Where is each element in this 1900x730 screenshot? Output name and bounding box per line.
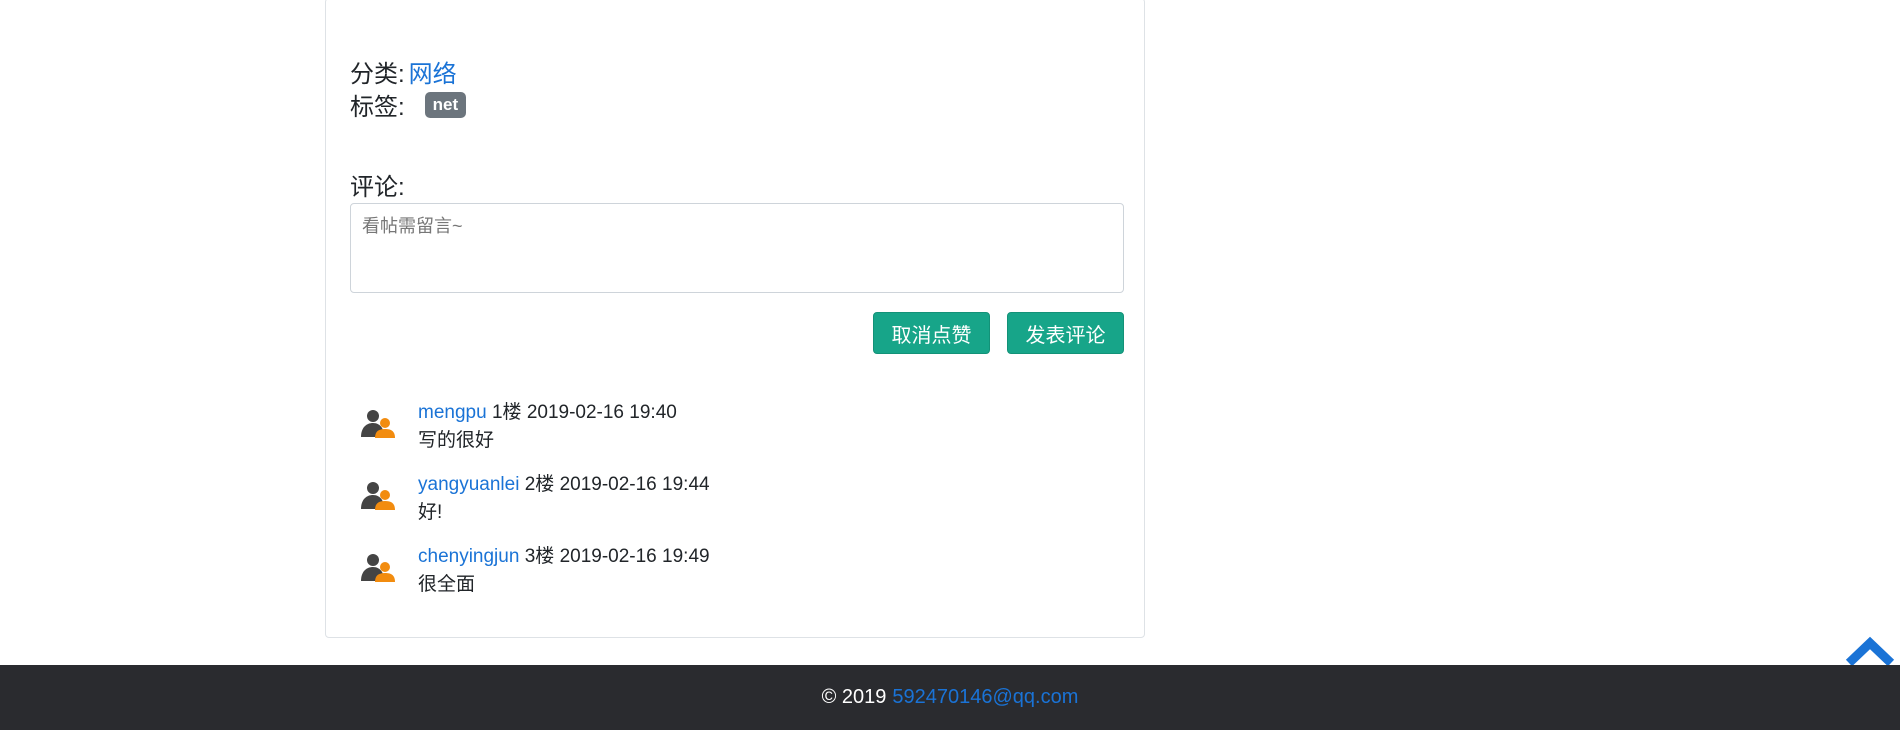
users-icon xyxy=(361,410,395,438)
comment-user-link[interactable]: mengpu xyxy=(418,402,487,423)
comment-time: 2019-02-16 19:40 xyxy=(526,402,677,423)
footer-copyright: © 2019 xyxy=(821,686,887,708)
comment-header: yangyuanlei 2楼 2019-02-16 19:44 xyxy=(418,469,710,496)
post-comment-button[interactable]: 发表评论 xyxy=(1007,312,1124,354)
comment-item: chenyingjun 3楼 2019-02-16 19:49 很全面 xyxy=(360,541,1120,613)
chevron-up-icon xyxy=(1845,636,1895,667)
tag-badge[interactable]: net xyxy=(424,91,467,118)
users-icon xyxy=(361,554,395,582)
tags-row: 标签: net xyxy=(350,87,467,122)
category-row: 分类: 网络 xyxy=(350,54,457,89)
footer-email-link[interactable]: 592470146@qq.com xyxy=(892,686,1078,709)
comment-floor: 2楼 xyxy=(524,474,555,495)
comment-header: mengpu 1楼 2019-02-16 19:40 xyxy=(418,397,677,424)
tags-label: 标签: xyxy=(350,94,405,121)
comment-text: 写的很好 xyxy=(418,430,495,451)
comment-user-link[interactable]: chenyingjun xyxy=(418,546,519,567)
comment-floor: 1楼 xyxy=(491,402,522,423)
back-to-top-button[interactable] xyxy=(1845,636,1895,668)
category-label: 分类: xyxy=(350,61,405,88)
comment-floor: 3楼 xyxy=(524,546,555,567)
comment-user-link[interactable]: yangyuanlei xyxy=(418,474,519,495)
comment-item: mengpu 1楼 2019-02-16 19:40 写的很好 xyxy=(360,397,1120,469)
comment-time: 2019-02-16 19:49 xyxy=(559,546,710,567)
comment-list: mengpu 1楼 2019-02-16 19:40 写的很好 yangyuan… xyxy=(360,397,1120,613)
comment-header: chenyingjun 3楼 2019-02-16 19:49 xyxy=(418,541,710,568)
comment-text: 很全面 xyxy=(418,574,476,595)
users-icon xyxy=(361,482,395,510)
unlike-button[interactable]: 取消点赞 xyxy=(873,312,990,354)
comment-time: 2019-02-16 19:44 xyxy=(559,474,710,495)
comment-text: 好! xyxy=(418,502,443,523)
footer: © 2019 592470146@qq.com xyxy=(0,665,1900,730)
post-card: 分类: 网络 标签: net 评论: 取消点赞 发表评论 mengpu 1楼 2… xyxy=(325,0,1145,638)
comment-input[interactable] xyxy=(350,203,1124,293)
comment-section-label: 评论: xyxy=(350,174,405,201)
category-link[interactable]: 网络 xyxy=(409,54,457,89)
comment-item: yangyuanlei 2楼 2019-02-16 19:44 好! xyxy=(360,469,1120,541)
